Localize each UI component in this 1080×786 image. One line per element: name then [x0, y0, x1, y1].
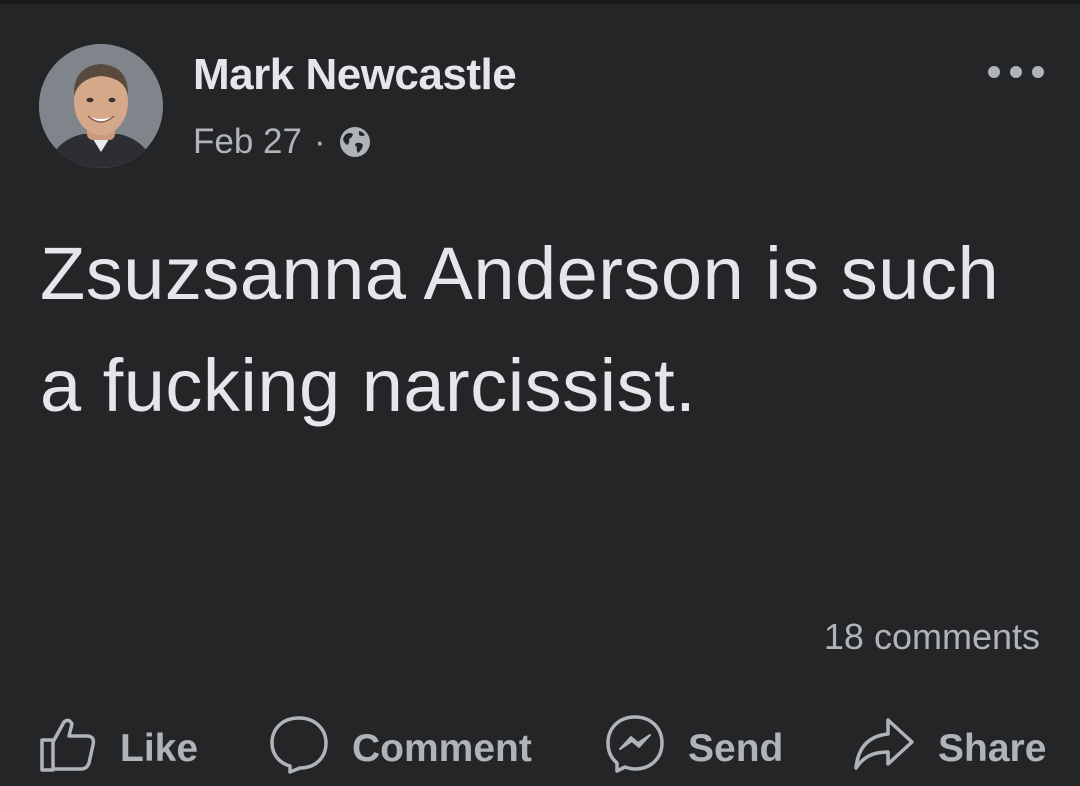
comment-label: Comment — [352, 727, 532, 770]
post-date[interactable]: Feb 27 — [193, 122, 302, 162]
avatar[interactable] — [39, 44, 163, 168]
comment-button[interactable]: Comment — [268, 709, 532, 786]
share-arrow-icon — [852, 714, 916, 784]
avatar-photo — [39, 44, 163, 168]
like-button[interactable]: Like — [38, 709, 198, 786]
comment-bubble-icon — [268, 714, 330, 784]
send-label: Send — [688, 727, 784, 770]
post-meta: Feb 27 · — [193, 120, 372, 164]
more-options-icon[interactable] — [978, 54, 1054, 94]
globe-icon[interactable] — [338, 125, 372, 159]
share-button[interactable]: Share — [852, 709, 1046, 786]
like-label: Like — [120, 727, 199, 770]
send-button[interactable]: Send — [604, 709, 783, 786]
author-name[interactable]: Mark Newcastle — [193, 50, 517, 100]
messenger-icon — [604, 713, 666, 785]
meta-separator: · — [313, 122, 326, 161]
comments-count[interactable]: 18 comments — [824, 616, 1040, 658]
thumbs-up-icon — [38, 714, 98, 784]
share-label: Share — [938, 727, 1047, 770]
post-card: Mark Newcastle Feb 27 · Zsuzsanna Anders… — [0, 0, 1080, 786]
action-bar: Like Comment Send Share — [0, 709, 1080, 786]
post-text: Zsuzsanna Anderson is such a fucking nar… — [40, 232, 1000, 427]
